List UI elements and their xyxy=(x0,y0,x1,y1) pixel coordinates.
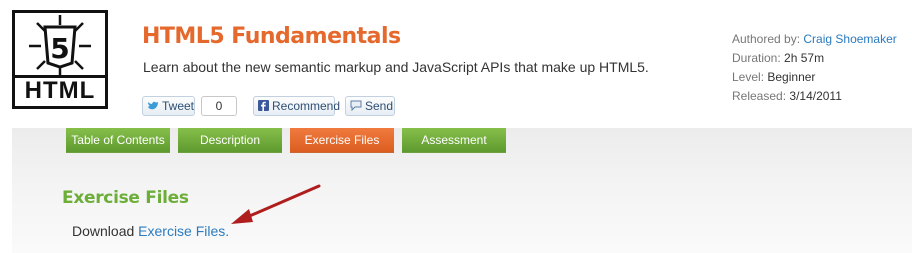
meta-level-row: Level: Beginner xyxy=(732,68,897,87)
send-label: Send xyxy=(365,99,394,113)
tweet-button[interactable]: Tweet xyxy=(142,96,195,116)
html5-badge-icon: 5 xyxy=(29,15,91,77)
author-link[interactable]: Craig Shoemaker xyxy=(803,32,896,46)
recommend-label: Recommend xyxy=(272,99,341,113)
exercise-files-link[interactable]: Exercise Files. xyxy=(138,223,229,239)
section-heading: Exercise Files xyxy=(62,188,189,208)
facebook-icon xyxy=(258,98,269,116)
social-bar: Tweet 0 Recommend Send xyxy=(142,96,402,117)
tab-exercise-files[interactable]: Exercise Files xyxy=(290,128,394,153)
badge-digit: 5 xyxy=(50,32,69,65)
meta-released-label: Released: xyxy=(732,89,787,103)
meta-level-label: Level: xyxy=(732,70,765,84)
meta-released-row: Released: 3/14/2011 xyxy=(732,87,897,106)
meta-duration-value: 2h 57m xyxy=(784,51,825,65)
twitter-bird-icon xyxy=(147,98,159,116)
tweet-label: Tweet xyxy=(162,99,195,113)
meta-duration-label: Duration: xyxy=(732,51,781,65)
tab-table-of-contents[interactable]: Table of Contents xyxy=(66,128,170,153)
meta-level-value: Beginner xyxy=(767,70,816,84)
download-line: Download Exercise Files. xyxy=(72,223,229,239)
meta-duration-row: Duration: 2h 57m xyxy=(732,49,897,68)
html5-logo: 5 HTML xyxy=(12,10,108,109)
tab-assessment[interactable]: Assessment xyxy=(402,128,506,153)
meta-released-value: 3/14/2011 xyxy=(789,89,842,103)
red-annotation-arrow-icon xyxy=(231,184,321,224)
send-speech-bubble-icon xyxy=(350,98,362,116)
course-description: Learn about the new semantic markup and … xyxy=(143,59,649,75)
meta-author-label: Authored by: xyxy=(732,32,801,46)
tab-description[interactable]: Description xyxy=(178,128,282,153)
tweet-count: 0 xyxy=(201,96,237,116)
download-prefix: Download xyxy=(72,223,135,239)
send-button[interactable]: Send xyxy=(345,96,395,116)
meta-author-row: Authored by: Craig Shoemaker xyxy=(732,30,897,49)
recommend-button[interactable]: Recommend xyxy=(253,96,340,116)
course-title: HTML5 Fundamentals xyxy=(142,24,401,49)
course-metadata: Authored by: Craig Shoemaker Duration: 2… xyxy=(732,30,897,106)
logo-wordmark: HTML xyxy=(15,75,105,104)
